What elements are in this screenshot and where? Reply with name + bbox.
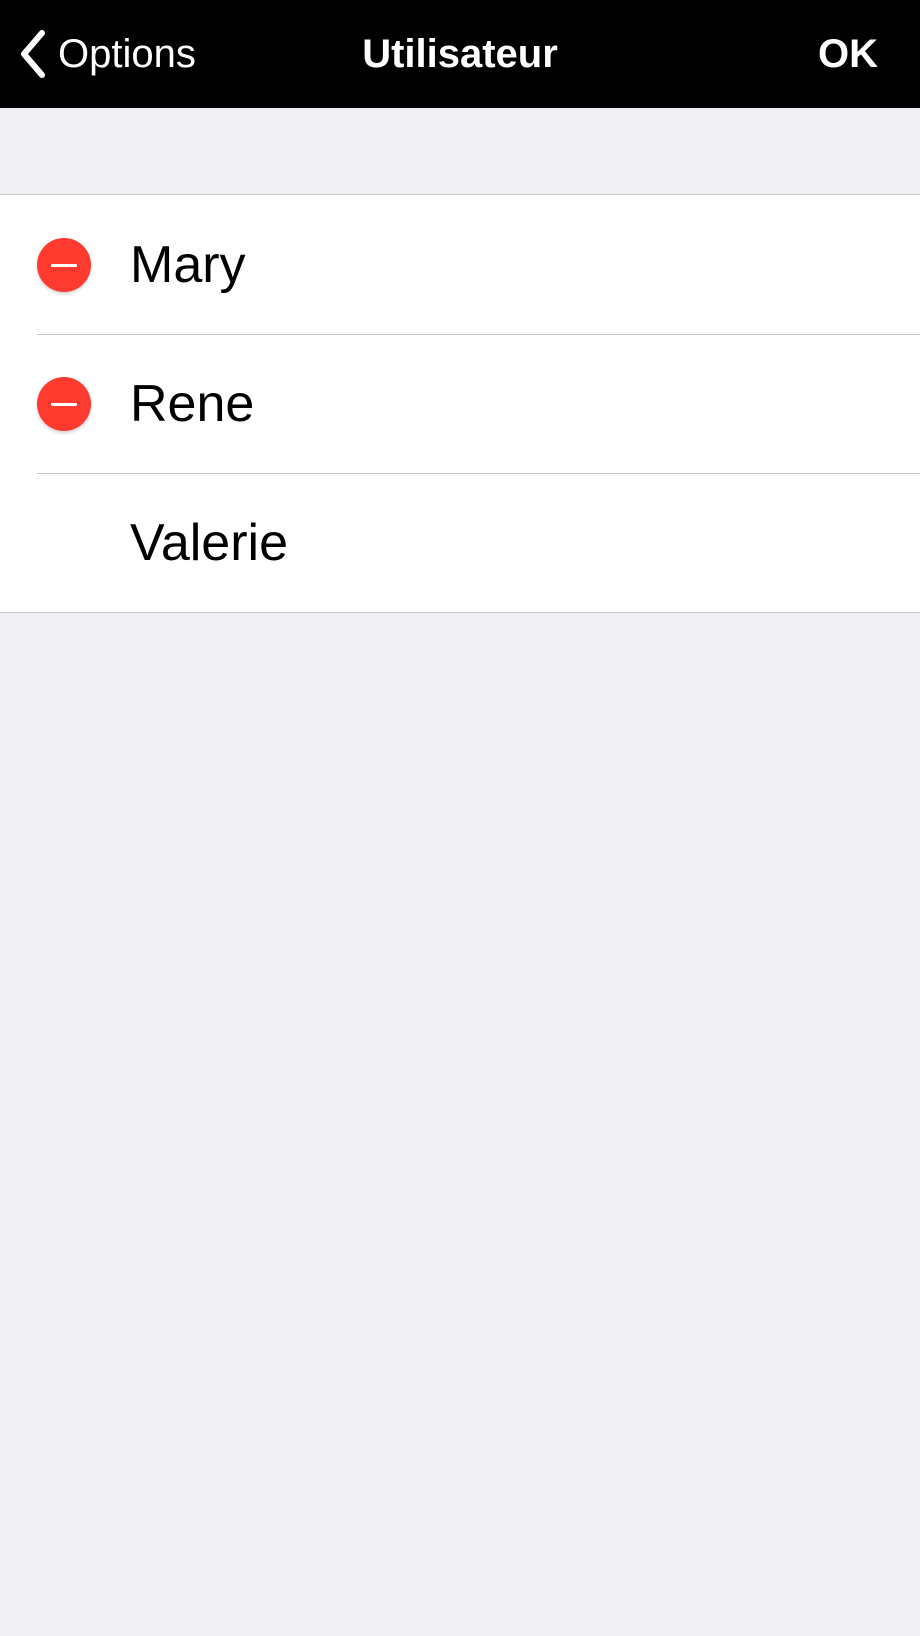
user-name: Mary [130, 235, 246, 294]
list-item[interactable]: Rene [0, 334, 920, 473]
user-name: Valerie [130, 513, 289, 572]
ok-button[interactable]: OK [818, 0, 878, 108]
back-button-label: Options [58, 32, 196, 76]
navigation-bar: Options Utilisateur OK [0, 0, 920, 108]
list-item[interactable]: Mary [0, 195, 920, 334]
user-list: Mary Rene Valerie [0, 194, 920, 613]
chevron-left-icon [21, 30, 45, 78]
list-item[interactable]: Valerie [0, 473, 920, 612]
back-button[interactable]: Options [18, 0, 196, 108]
minus-circle-icon[interactable] [37, 237, 91, 292]
minus-circle-icon[interactable] [37, 376, 91, 431]
user-name: Rene [130, 374, 255, 433]
